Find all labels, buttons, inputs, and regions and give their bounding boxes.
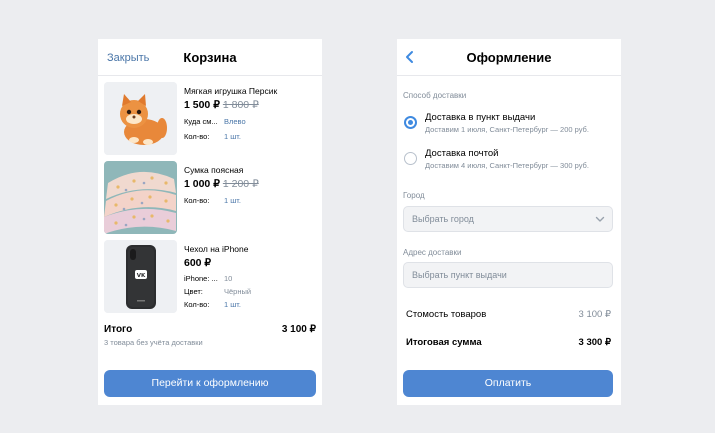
item-current-price: 1 000 ₽ <box>184 178 220 190</box>
delivery-method-label: Способ доставки <box>403 91 467 100</box>
city-placeholder: Выбрать город <box>412 214 474 224</box>
item-price: 1 000 ₽1 200 ₽ <box>184 178 259 190</box>
item-prop: iPhone: ... 10 <box>184 274 232 283</box>
prop-key: Кол-во: <box>184 196 210 205</box>
address-placeholder: Выбрать пункт выдачи <box>412 270 507 280</box>
checkout-title: Оформление <box>466 50 552 65</box>
toy-image <box>104 82 177 155</box>
item-name: Мягкая игрушка Персик <box>184 86 278 96</box>
item-prop: Кол-во: 1 шт. <box>184 132 241 141</box>
city-select[interactable]: Выбрать город <box>403 206 613 232</box>
radio-post[interactable] <box>404 152 417 165</box>
item-prop: Цвет: Чёрный <box>184 287 251 296</box>
goods-cost-value: 3 100 ₽ <box>578 309 611 320</box>
option-pickup-title[interactable]: Доставка в пункт выдачи <box>425 112 535 123</box>
city-label: Город <box>403 191 425 200</box>
option-post-title[interactable]: Доставка почтой <box>425 148 498 159</box>
item-current-price: 1 500 ₽ <box>184 99 220 111</box>
address-label: Адрес доставки <box>403 248 462 257</box>
cart-panel: Закрыть Корзина Мягкая игрушка Персик 1 <box>98 39 322 405</box>
prop-value: 10 <box>224 274 233 283</box>
item-old-price: 1 200 ₽ <box>222 178 259 190</box>
item-old-price: 1 800 ₽ <box>222 99 259 111</box>
prop-key: Кол-во: <box>184 132 210 141</box>
item-prop: Кол-во: 1 шт. <box>184 300 241 309</box>
checkout-header: Оформление <box>397 39 621 76</box>
radio-pickup-point[interactable] <box>404 116 417 129</box>
prop-value[interactable]: 1 шт. <box>224 196 241 205</box>
prop-key: Кол-во: <box>184 300 210 309</box>
item-prop: Кол-во: 1 шт. <box>184 196 241 205</box>
item-current-price: 600 ₽ <box>184 257 212 269</box>
item-name: Сумка поясная <box>184 165 244 175</box>
option-pickup-subtitle: Доставим 1 июля, Санкт-Петербург — 200 р… <box>425 125 589 134</box>
bag-image <box>104 161 177 234</box>
phone-case-image: VK <box>104 240 177 313</box>
cart-title: Корзина <box>183 50 237 65</box>
checkout-panel: Оформление Способ доставки Доставка в пу… <box>397 39 621 405</box>
prop-key: iPhone: ... <box>184 274 218 283</box>
grand-total-value: 3 300 ₽ <box>578 337 611 348</box>
cart-header: Закрыть Корзина <box>98 39 322 76</box>
prop-value: Чёрный <box>224 287 252 296</box>
prop-key: Куда см... <box>184 117 218 126</box>
total-value: 3 100 ₽ <box>281 324 316 335</box>
pay-button[interactable]: Оплатить <box>403 370 613 397</box>
prop-value[interactable]: 1 шт. <box>224 300 241 309</box>
total-label: Итого <box>104 324 133 335</box>
prop-value[interactable]: 1 шт. <box>224 132 241 141</box>
item-prop: Куда см... Влево <box>184 117 246 126</box>
item-price: 1 500 ₽1 800 ₽ <box>184 99 259 111</box>
item-name: Чехол на iPhone <box>184 244 249 254</box>
grand-total-label: Итоговая сумма <box>406 337 482 348</box>
option-post-subtitle: Доставим 4 июля, Санкт-Петербург — 300 р… <box>425 161 589 170</box>
proceed-to-checkout-button[interactable]: Перейти к оформлению <box>104 370 316 397</box>
total-note: 3 товара без учёта доставки <box>104 338 203 347</box>
prop-key: Цвет: <box>184 287 203 296</box>
chevron-down-icon <box>595 216 605 222</box>
goods-cost-label: Стомость товаров <box>406 309 487 320</box>
item-price: 600 ₽ <box>184 257 211 269</box>
prop-value[interactable]: Влево <box>224 117 246 126</box>
address-input[interactable]: Выбрать пункт выдачи <box>403 262 613 288</box>
svg-text:VK: VK <box>137 273 146 279</box>
